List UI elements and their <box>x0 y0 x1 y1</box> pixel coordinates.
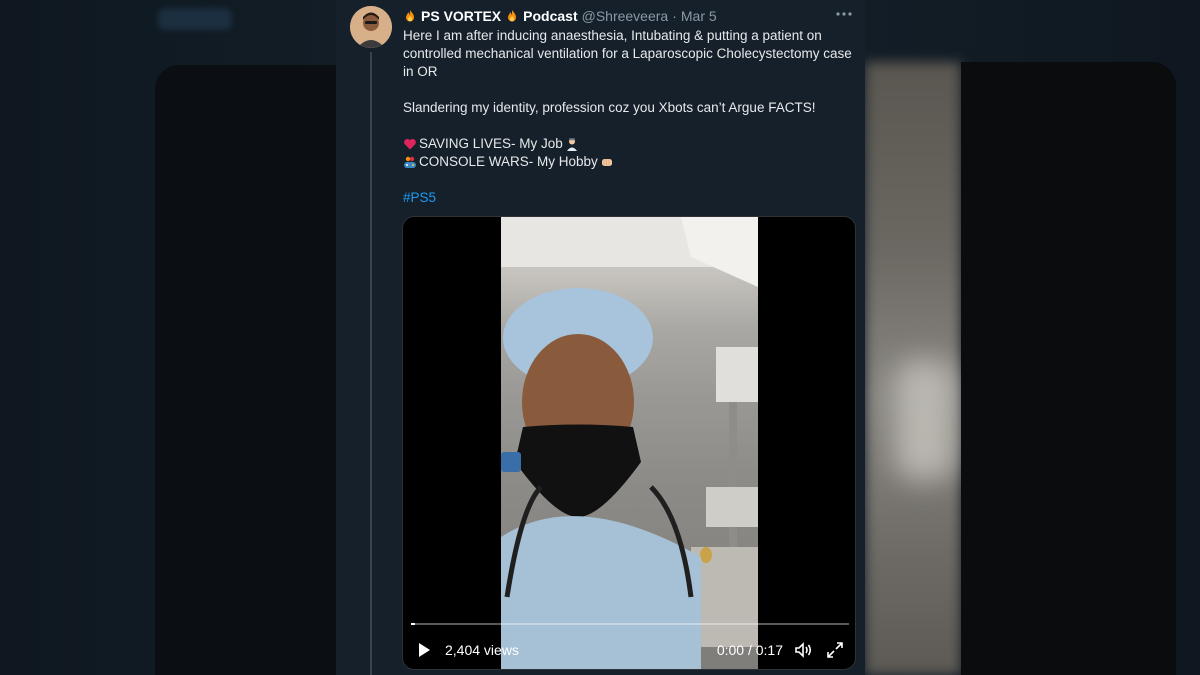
tweet-line-console: CONSOLE WARS- My Hobby <box>403 153 858 171</box>
avatar[interactable] <box>350 6 392 48</box>
saving-lives-text: SAVING LIVES- My Job <box>419 136 563 151</box>
play-icon[interactable] <box>415 641 433 659</box>
display-name-suffix[interactable]: Podcast <box>523 8 577 24</box>
tweet-line-hashtag: #PS5 <box>403 189 858 207</box>
video-controls: 2,404 views 0:00 / 0:17 <box>403 635 855 665</box>
video-player[interactable]: 2,404 views 0:00 / 0:17 <box>402 216 856 670</box>
blurred-video-left <box>155 65 336 675</box>
video-time: 0:00 / 0:17 <box>716 642 783 658</box>
display-name[interactable]: PS VORTEX <box>421 8 501 24</box>
background-right <box>865 0 1200 675</box>
hashtag-link[interactable]: #PS5 <box>403 189 436 207</box>
user-handle[interactable]: @Shreeveera <box>582 8 669 24</box>
more-horizontal-icon[interactable] <box>833 6 855 22</box>
tweet-date[interactable]: Mar 5 <box>681 8 717 24</box>
tweet-card[interactable]: PS VORTEX Podcast @Shreeveera · Mar 5 He… <box>336 0 865 675</box>
video-progress-bar[interactable] <box>411 623 849 625</box>
separator-dot: · <box>672 8 677 24</box>
tweet-paragraph-second: Slandering my identity, profession coz y… <box>403 100 816 115</box>
video-frame[interactable] <box>501 217 758 669</box>
tweet-text: Here I am after inducing anaesthesia, In… <box>403 27 858 207</box>
volume-icon[interactable] <box>793 640 813 660</box>
blurred-tag <box>158 8 232 30</box>
console-wars-text: CONSOLE WARS- My Hobby <box>419 154 598 169</box>
fire-icon <box>505 9 519 23</box>
doctor-icon <box>565 137 579 151</box>
tweet-paragraph-intro: Here I am after inducing anaesthesia, In… <box>403 28 852 79</box>
blurred-highlight <box>895 360 955 480</box>
fire-icon <box>403 9 417 23</box>
video-progress-fill <box>411 623 416 625</box>
gaming-icon <box>403 155 417 169</box>
heart-icon <box>403 137 417 151</box>
expand-icon[interactable] <box>825 640 845 660</box>
view-count: 2,404 views <box>445 642 519 658</box>
thread-line <box>370 52 372 675</box>
tweet-line-saving: SAVING LIVES- My Job <box>403 135 858 153</box>
blurred-video-right <box>961 62 1176 675</box>
background-left <box>0 0 336 675</box>
tweet-header: PS VORTEX Podcast @Shreeveera · Mar 5 <box>403 6 858 26</box>
fist-icon <box>600 155 614 169</box>
